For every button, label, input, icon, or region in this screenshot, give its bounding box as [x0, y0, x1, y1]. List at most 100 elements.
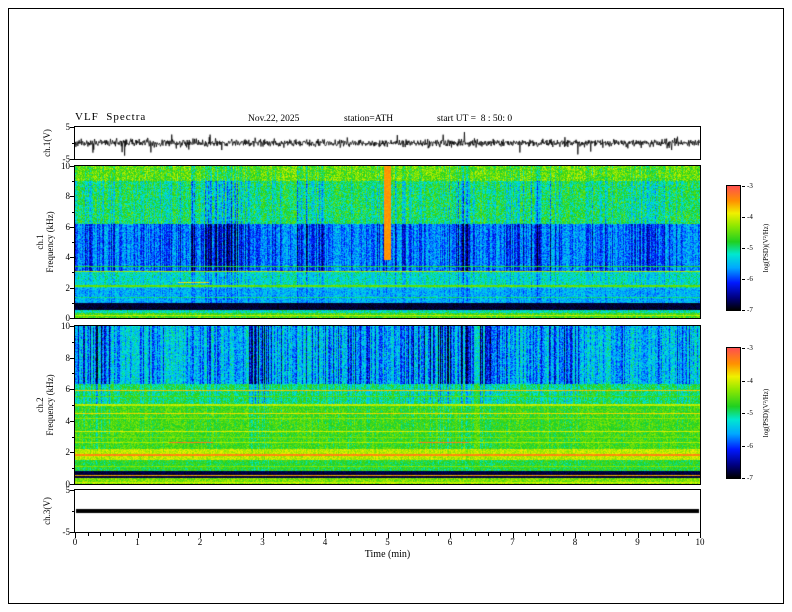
- y-tick-mark: [70, 166, 74, 167]
- x-minor-tick-mark: [100, 533, 101, 536]
- x-minor-tick-mark: [375, 533, 376, 536]
- colorbar-tick-label: -5: [747, 244, 753, 252]
- y-tick-mark: [70, 159, 74, 160]
- x-tick-label: 1: [135, 537, 140, 547]
- x-minor-tick-mark: [312, 533, 314, 536]
- y-tick-label: 4: [65, 252, 71, 263]
- axis-annotations: 0 1 2 3 4 5 6 7 8 9 10 0 2 4 6 8 10 0 2 4 6 8 10 5 -5 5 -5 -3 -4 -5 -6…: [0, 0, 792, 612]
- x-minor-tick-mark: [150, 533, 151, 536]
- colorbar-tick-label: -3: [747, 344, 753, 352]
- y-minor-tick-mark: [72, 468, 74, 470]
- y-tick-mark: [70, 490, 74, 491]
- x-minor-tick-mark: [237, 533, 239, 536]
- y-minor-tick-mark: [72, 511, 74, 512]
- x-tick-label: 0: [72, 537, 78, 547]
- x-tick-label: 2: [197, 537, 203, 547]
- colorbar-tick-label: -3: [747, 182, 753, 190]
- x-minor-tick-mark: [625, 533, 626, 536]
- x-tick-label: 4: [322, 537, 328, 547]
- x-tick-label: 6: [447, 537, 453, 547]
- colorbar-tick-mark: [742, 186, 745, 187]
- y-tick-label: 10: [61, 321, 70, 331]
- y-minor-tick-mark: [72, 143, 74, 144]
- colorbar-tick-mark: [742, 348, 745, 349]
- x-minor-tick-mark: [462, 533, 464, 536]
- colorbar-tick-label: -5: [747, 409, 753, 417]
- y-tick-mark: [70, 226, 74, 228]
- y-minor-tick-mark: [72, 373, 74, 375]
- x-minor-tick-mark: [562, 533, 564, 536]
- y-tick-mark: [70, 389, 74, 391]
- x-minor-tick-mark: [187, 533, 189, 536]
- x-tick-label: 5: [385, 537, 390, 547]
- x-tick-label: 7: [510, 537, 515, 547]
- x-minor-tick-mark: [175, 533, 176, 536]
- y-minor-tick-mark: [72, 211, 74, 213]
- y-tick-mark: [70, 287, 74, 289]
- colorbar-tick-mark: [742, 413, 745, 414]
- x-tick-label: 3: [260, 537, 265, 547]
- x-minor-tick-mark: [475, 533, 476, 536]
- x-minor-tick-mark: [362, 533, 364, 536]
- colorbar-tick-label: -4: [747, 376, 753, 385]
- y-tick-mark: [70, 257, 74, 259]
- x-tick-label: 10: [695, 537, 705, 547]
- y-tick-mark: [70, 484, 74, 485]
- y-minor-tick-mark: [72, 181, 74, 183]
- y-tick-mark: [70, 318, 74, 319]
- x-minor-tick-mark: [587, 533, 589, 536]
- colorbar-tick-mark: [742, 248, 745, 249]
- y-tick-label: 4: [65, 415, 71, 426]
- y-tick-label: 6: [65, 384, 71, 395]
- y-tick-label: 8: [65, 352, 71, 363]
- colorbar-tick-mark: [742, 217, 745, 218]
- y-tick-mark: [70, 357, 74, 359]
- y-tick-mark: [70, 326, 74, 327]
- x-minor-tick-mark: [425, 533, 426, 536]
- x-minor-tick-mark: [550, 533, 551, 536]
- colorbar-tick-mark: [742, 279, 745, 280]
- y-tick-label: 5: [65, 122, 71, 132]
- x-minor-tick-mark: [437, 533, 439, 536]
- colorbar-tick-label: -6: [747, 441, 753, 450]
- colorbar-tick-mark: [742, 478, 745, 479]
- y-tick-label: 6: [65, 221, 71, 232]
- y-tick-label: -5: [62, 154, 71, 164]
- colorbar-tick-label: -6: [747, 275, 753, 283]
- y-minor-tick-mark: [72, 341, 74, 343]
- y-tick-mark: [70, 196, 74, 198]
- x-tick-label: 9: [635, 537, 640, 547]
- x-minor-tick-mark: [125, 533, 126, 536]
- x-minor-tick-mark: [612, 533, 614, 536]
- y-tick-mark: [70, 452, 74, 454]
- x-minor-tick-mark: [300, 533, 301, 536]
- x-minor-tick-mark: [87, 533, 89, 536]
- y-minor-tick-mark: [72, 436, 74, 438]
- x-minor-tick-mark: [250, 533, 251, 536]
- x-minor-tick-mark: [162, 533, 164, 536]
- colorbar-tick-label: -7: [747, 306, 753, 314]
- x-minor-tick-mark: [287, 533, 289, 536]
- x-minor-tick-mark: [525, 533, 526, 536]
- x-tick-label: 8: [572, 537, 578, 547]
- colorbar-tick-mark: [742, 445, 745, 447]
- x-minor-tick-mark: [487, 533, 489, 536]
- y-tick-mark: [70, 127, 74, 128]
- y-minor-tick-mark: [72, 302, 74, 304]
- x-minor-tick-mark: [337, 533, 339, 536]
- y-minor-tick-mark: [72, 272, 74, 274]
- x-minor-tick-mark: [675, 533, 676, 536]
- vlf-spectra-figure: VLF Spectra Nov.22, 2025 station=ATH sta…: [0, 0, 792, 612]
- y-minor-tick-mark: [72, 405, 74, 406]
- x-minor-tick-mark: [500, 533, 501, 536]
- y-tick-label: -5: [62, 527, 71, 537]
- x-minor-tick-mark: [350, 533, 351, 536]
- x-minor-tick-mark: [537, 533, 539, 536]
- x-minor-tick-mark: [225, 533, 226, 536]
- colorbar-tick-mark: [742, 310, 745, 311]
- colorbar-tick-label: -4: [747, 213, 753, 221]
- y-tick-mark: [70, 420, 74, 422]
- y-tick-mark: [70, 532, 74, 533]
- x-minor-tick-mark: [687, 533, 689, 536]
- y-tick-label: 8: [65, 191, 71, 202]
